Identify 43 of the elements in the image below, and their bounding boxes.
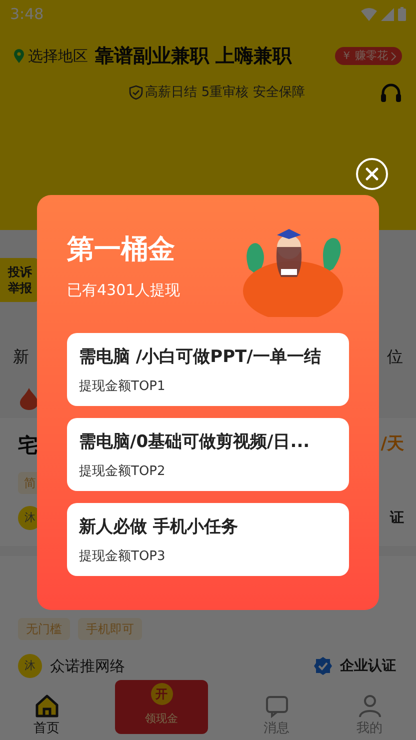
- cash-envelope-button[interactable]: 开 领现金: [115, 680, 208, 734]
- job-tag: 无门槛: [18, 618, 70, 640]
- close-icon: [365, 167, 379, 181]
- modal-title: 第一桶金: [67, 233, 176, 267]
- verified-badge-icon: [314, 657, 332, 675]
- company-avatar: 沐: [18, 654, 42, 678]
- signal-icon: [381, 8, 394, 20]
- wifi-icon: [361, 8, 377, 20]
- withdraw-ranking-card[interactable]: 新人必做 手机小任务 提现金额TOP3: [67, 503, 349, 576]
- category-label[interactable]: 新: [13, 345, 29, 369]
- report-tab-text: 投诉: [8, 264, 33, 280]
- nav-tab[interactable]: 首页: [0, 692, 93, 738]
- promo-button[interactable]: ￥ 赚零花: [335, 47, 402, 66]
- withdraw-ranking-card[interactable]: 需电脑 /小白可做PPT/一单一结 提现金额TOP1: [67, 333, 349, 406]
- report-tab[interactable]: 投诉 举报: [0, 258, 40, 302]
- status-time: 3:48: [10, 4, 44, 25]
- user-icon: [356, 692, 382, 718]
- chevron-right-icon: [391, 52, 396, 61]
- job-tag: 手机即可: [78, 618, 142, 640]
- company-name: 众诺推网络: [50, 656, 125, 677]
- modal-subtitle: 已有4301人提现: [67, 280, 180, 301]
- task-title: 需电脑/0基础可做剪视频/日...: [79, 431, 311, 454]
- headset-icon[interactable]: [380, 82, 402, 102]
- rank-label: 提现金额TOP2: [79, 462, 166, 480]
- verified-label: 证: [390, 508, 404, 528]
- close-button[interactable]: [356, 158, 388, 190]
- guarantee-text: 高薪日结 5重审核 安全保障: [145, 84, 305, 102]
- open-badge: 开: [150, 683, 172, 705]
- report-tab-text: 举报: [8, 280, 33, 296]
- battery-icon: [398, 7, 406, 21]
- location-pin-icon: [14, 49, 24, 64]
- job-title: 宅: [18, 432, 38, 459]
- category-label[interactable]: 位: [387, 345, 403, 369]
- verified-label: 企业认证: [340, 656, 396, 676]
- app-slogan: 靠谱副业兼职 上嗨兼职: [95, 44, 292, 69]
- job-pay: /天: [380, 433, 404, 456]
- region-selector[interactable]: 选择地区: [28, 45, 88, 68]
- home-icon: [34, 692, 60, 718]
- task-title: 需电脑 /小白可做PPT/一单一结: [79, 346, 322, 369]
- withdraw-ranking-card[interactable]: 需电脑/0基础可做剪视频/日... 提现金额TOP2: [67, 418, 349, 491]
- rank-label: 提现金额TOP1: [79, 378, 166, 396]
- task-title: 新人必做 手机小任务: [79, 516, 239, 539]
- shield-check-icon: [129, 85, 144, 100]
